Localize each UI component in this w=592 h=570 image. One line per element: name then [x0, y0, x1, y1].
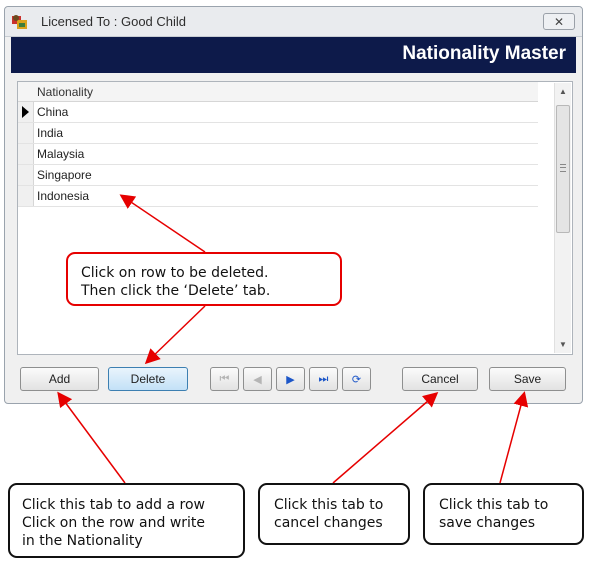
callout-text: Click this tab to — [439, 497, 549, 513]
callout-text: cancel changes — [274, 515, 383, 531]
callout-text: Click on the row and write — [22, 515, 206, 531]
callout-text: Click on row to be deleted. — [81, 265, 269, 281]
callout-text: in the Nationality — [22, 533, 143, 549]
callout-text: Click this tab to add a row — [22, 497, 206, 513]
arrow-to-delete — [144, 305, 206, 365]
cancel-instruction-callout: Click this tab to cancel changes — [258, 483, 410, 545]
delete-instruction-callout: Click on row to be deleted. Then click t… — [66, 252, 342, 306]
callout-text: Click this tab to — [274, 497, 384, 513]
callout-text: Then click the ‘Delete’ tab. — [81, 283, 271, 299]
arrow-to-add — [57, 391, 126, 484]
add-instruction-callout: Click this tab to add a row Click on the… — [8, 483, 245, 558]
arrow-to-cancel — [332, 392, 439, 484]
arrow-to-row — [119, 194, 206, 253]
arrow-to-save — [499, 391, 529, 484]
callout-text: save changes — [439, 515, 536, 531]
save-instruction-callout: Click this tab to save changes — [423, 483, 584, 545]
